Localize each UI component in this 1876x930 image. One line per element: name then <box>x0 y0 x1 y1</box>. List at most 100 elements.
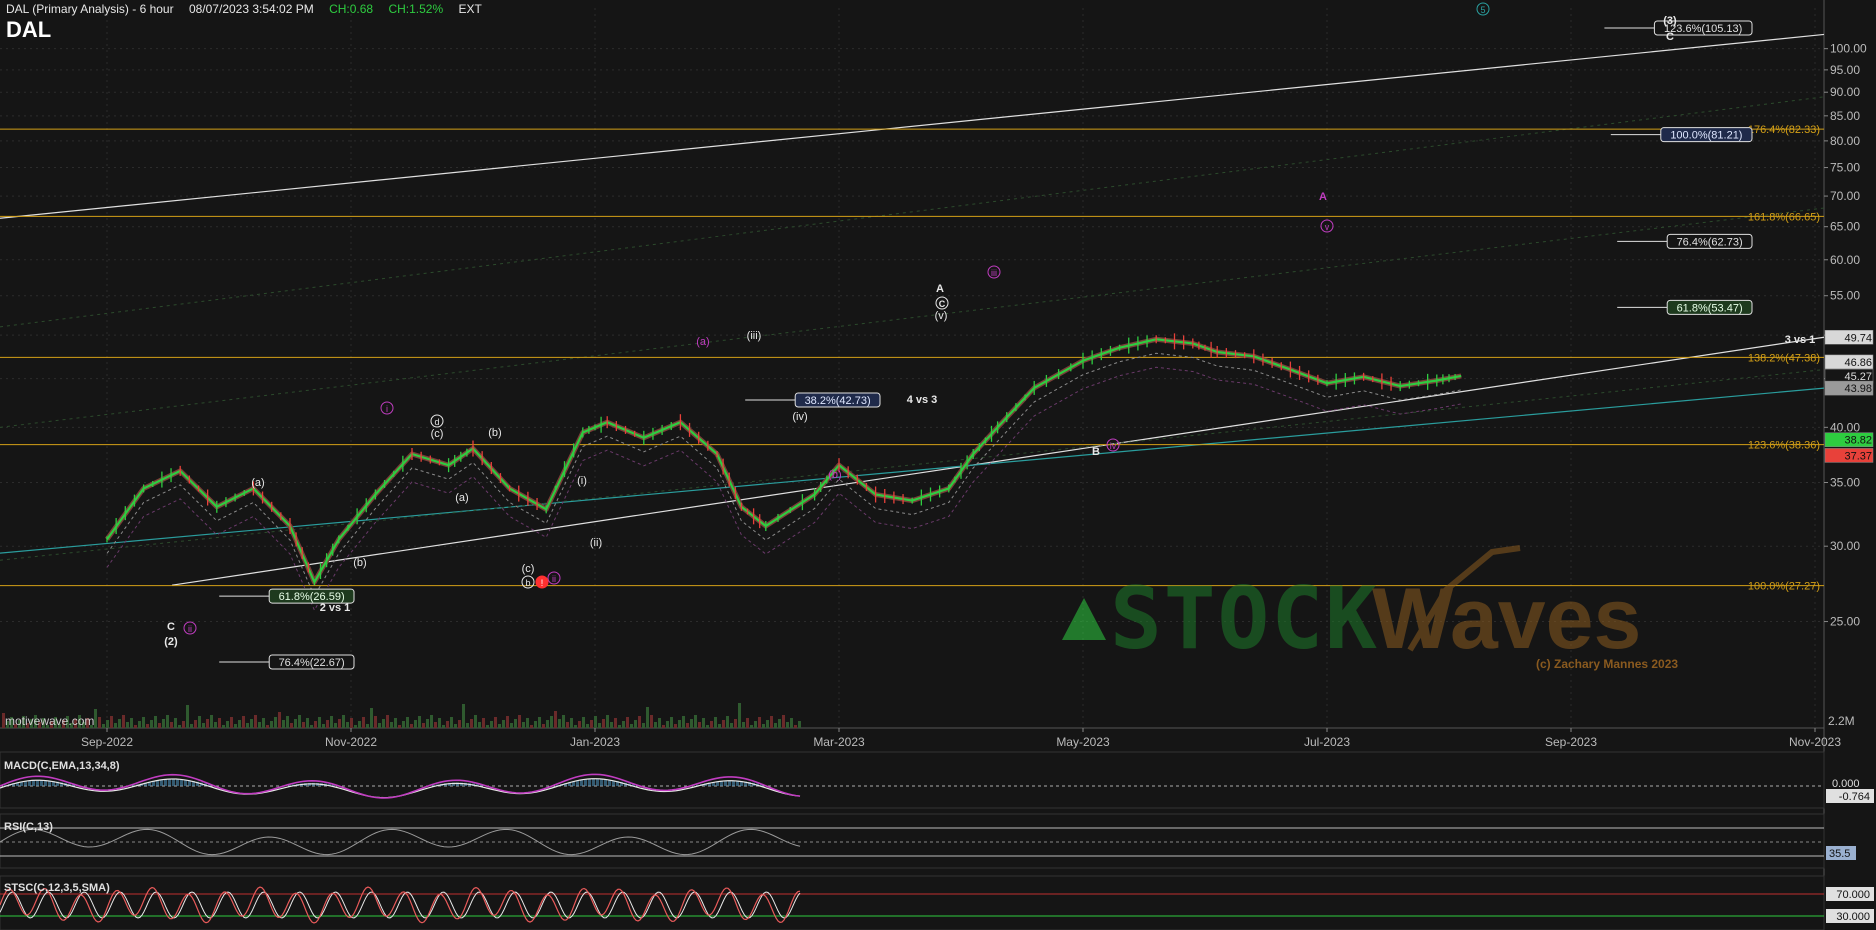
target-label: 76.4%(22.67) <box>279 657 345 669</box>
volume-bar <box>750 725 753 728</box>
watermark-stock: STOCK <box>1110 569 1379 669</box>
volume-bar <box>406 717 409 728</box>
volume-bar <box>158 723 161 728</box>
macd-histogram-bar <box>588 779 591 786</box>
price-tick-label: 65.00 <box>1830 220 1860 234</box>
volume-bar <box>318 717 321 728</box>
wave-label: A <box>1319 191 1327 203</box>
macd-histogram-bar <box>180 779 183 786</box>
chart-header: DAL (Primary Analysis) - 6 hour 08/07/20… <box>6 2 494 16</box>
volume-bar <box>794 725 797 728</box>
volume-axis-label: 2.2M <box>1828 714 1855 728</box>
volume-bar <box>226 721 229 728</box>
volume-bar <box>710 721 713 728</box>
volume-bar <box>118 719 121 728</box>
volume-bar <box>566 722 569 728</box>
volume-bar <box>174 718 177 728</box>
volume-bar <box>474 715 477 728</box>
macd-histogram-bar <box>576 780 579 786</box>
price-tick-label: 40.00 <box>1830 420 1860 434</box>
volume-bar <box>342 715 345 728</box>
macd-histogram-bar <box>40 780 43 786</box>
volume-bar <box>778 719 781 728</box>
volume-bar <box>666 721 669 728</box>
indicator-panel <box>0 875 1825 930</box>
wave-label: (a) <box>455 492 468 504</box>
volume-bar <box>458 720 461 728</box>
volume-bar <box>542 724 545 728</box>
volume-bar <box>414 720 417 728</box>
volume-bar <box>498 724 501 728</box>
volume-bar <box>746 718 749 728</box>
wave-label: (ii) <box>590 537 602 549</box>
stsc-level-30: 30.000 <box>1836 911 1870 923</box>
volume-bar <box>642 723 645 728</box>
wave-label: iii <box>991 268 997 278</box>
time-tick-label: Sep-2023 <box>1545 735 1597 749</box>
volume-bar <box>126 722 129 728</box>
wave-label: (b) <box>488 427 501 439</box>
volume-bar <box>354 725 357 728</box>
volume-bar <box>574 725 577 728</box>
macd-level-zero: 0.000 <box>1832 778 1860 790</box>
volume-bar <box>578 721 581 728</box>
volume-bar <box>162 719 165 728</box>
volume-bar <box>622 721 625 728</box>
volume-bar <box>706 725 709 728</box>
volume-bar <box>142 717 145 728</box>
volume-bar <box>358 721 361 728</box>
chart-change: CH:0.68 <box>329 2 374 16</box>
volume-bar <box>330 716 333 728</box>
wave-label: ! <box>541 578 544 588</box>
target-label: 61.8%(53.47) <box>1677 302 1743 314</box>
volume-bar <box>178 725 181 728</box>
volume-bar <box>610 722 613 728</box>
volume-bar <box>182 721 185 728</box>
wave-label: (i) <box>577 475 587 487</box>
source-credit: motivewave.com <box>5 714 95 728</box>
macd-level-current: -0.764 <box>1839 791 1870 803</box>
volume-bar <box>698 722 701 728</box>
volume-bar <box>298 715 301 728</box>
chart-change-pct: CH:1.52% <box>388 2 444 16</box>
time-tick-label: Mar-2023 <box>813 735 865 749</box>
target-label: 76.4%(62.73) <box>1677 236 1743 248</box>
volume-bar <box>242 716 245 728</box>
volume-bar <box>522 722 525 728</box>
volume-bar <box>550 716 553 728</box>
volume-bar <box>122 715 125 728</box>
volume-bar <box>114 723 117 728</box>
macd-histogram-bar <box>580 780 583 786</box>
chart-canvas[interactable]: 25.0030.0035.0040.0045.0050.0055.0060.00… <box>0 0 1876 930</box>
volume-bar <box>490 721 493 728</box>
macd-histogram-bar <box>36 780 39 786</box>
volume-bar <box>350 718 353 728</box>
stsc-title: STSC(C,12,3,5,SMA) <box>4 882 110 894</box>
volume-bar <box>366 724 369 728</box>
price-level-text: 46.86 <box>1844 357 1872 369</box>
wave-label: (iv) <box>792 411 807 423</box>
wave-label: (c) <box>522 563 535 575</box>
volume-bar <box>538 717 541 728</box>
target-label: 100.0%(81.21) <box>1670 130 1742 142</box>
price-tick-label: 100.00 <box>1830 42 1867 56</box>
price-tick-label: 30.00 <box>1830 539 1860 553</box>
volume-bar <box>322 724 325 728</box>
macd-histogram-bar <box>596 779 599 786</box>
volume-bar <box>754 721 757 728</box>
volume-bar <box>486 725 489 728</box>
volume-bar <box>130 718 133 728</box>
time-tick-label: Jul-2023 <box>1304 735 1350 749</box>
volume-bar <box>726 716 729 728</box>
volume-bar <box>554 711 557 728</box>
macd-title: MACD(C,EMA,13,34,8) <box>4 760 120 772</box>
volume-bar <box>662 725 665 728</box>
price-level-text: 49.74 <box>1844 332 1872 344</box>
volume-bar <box>422 723 425 728</box>
macd-histogram-bar <box>176 779 179 786</box>
volume-bar <box>686 723 689 728</box>
volume-bar <box>682 716 685 728</box>
time-tick-label: Jan-2023 <box>570 735 620 749</box>
volume-bar <box>762 724 765 728</box>
rsi-title: RSI(C,13) <box>4 821 53 833</box>
